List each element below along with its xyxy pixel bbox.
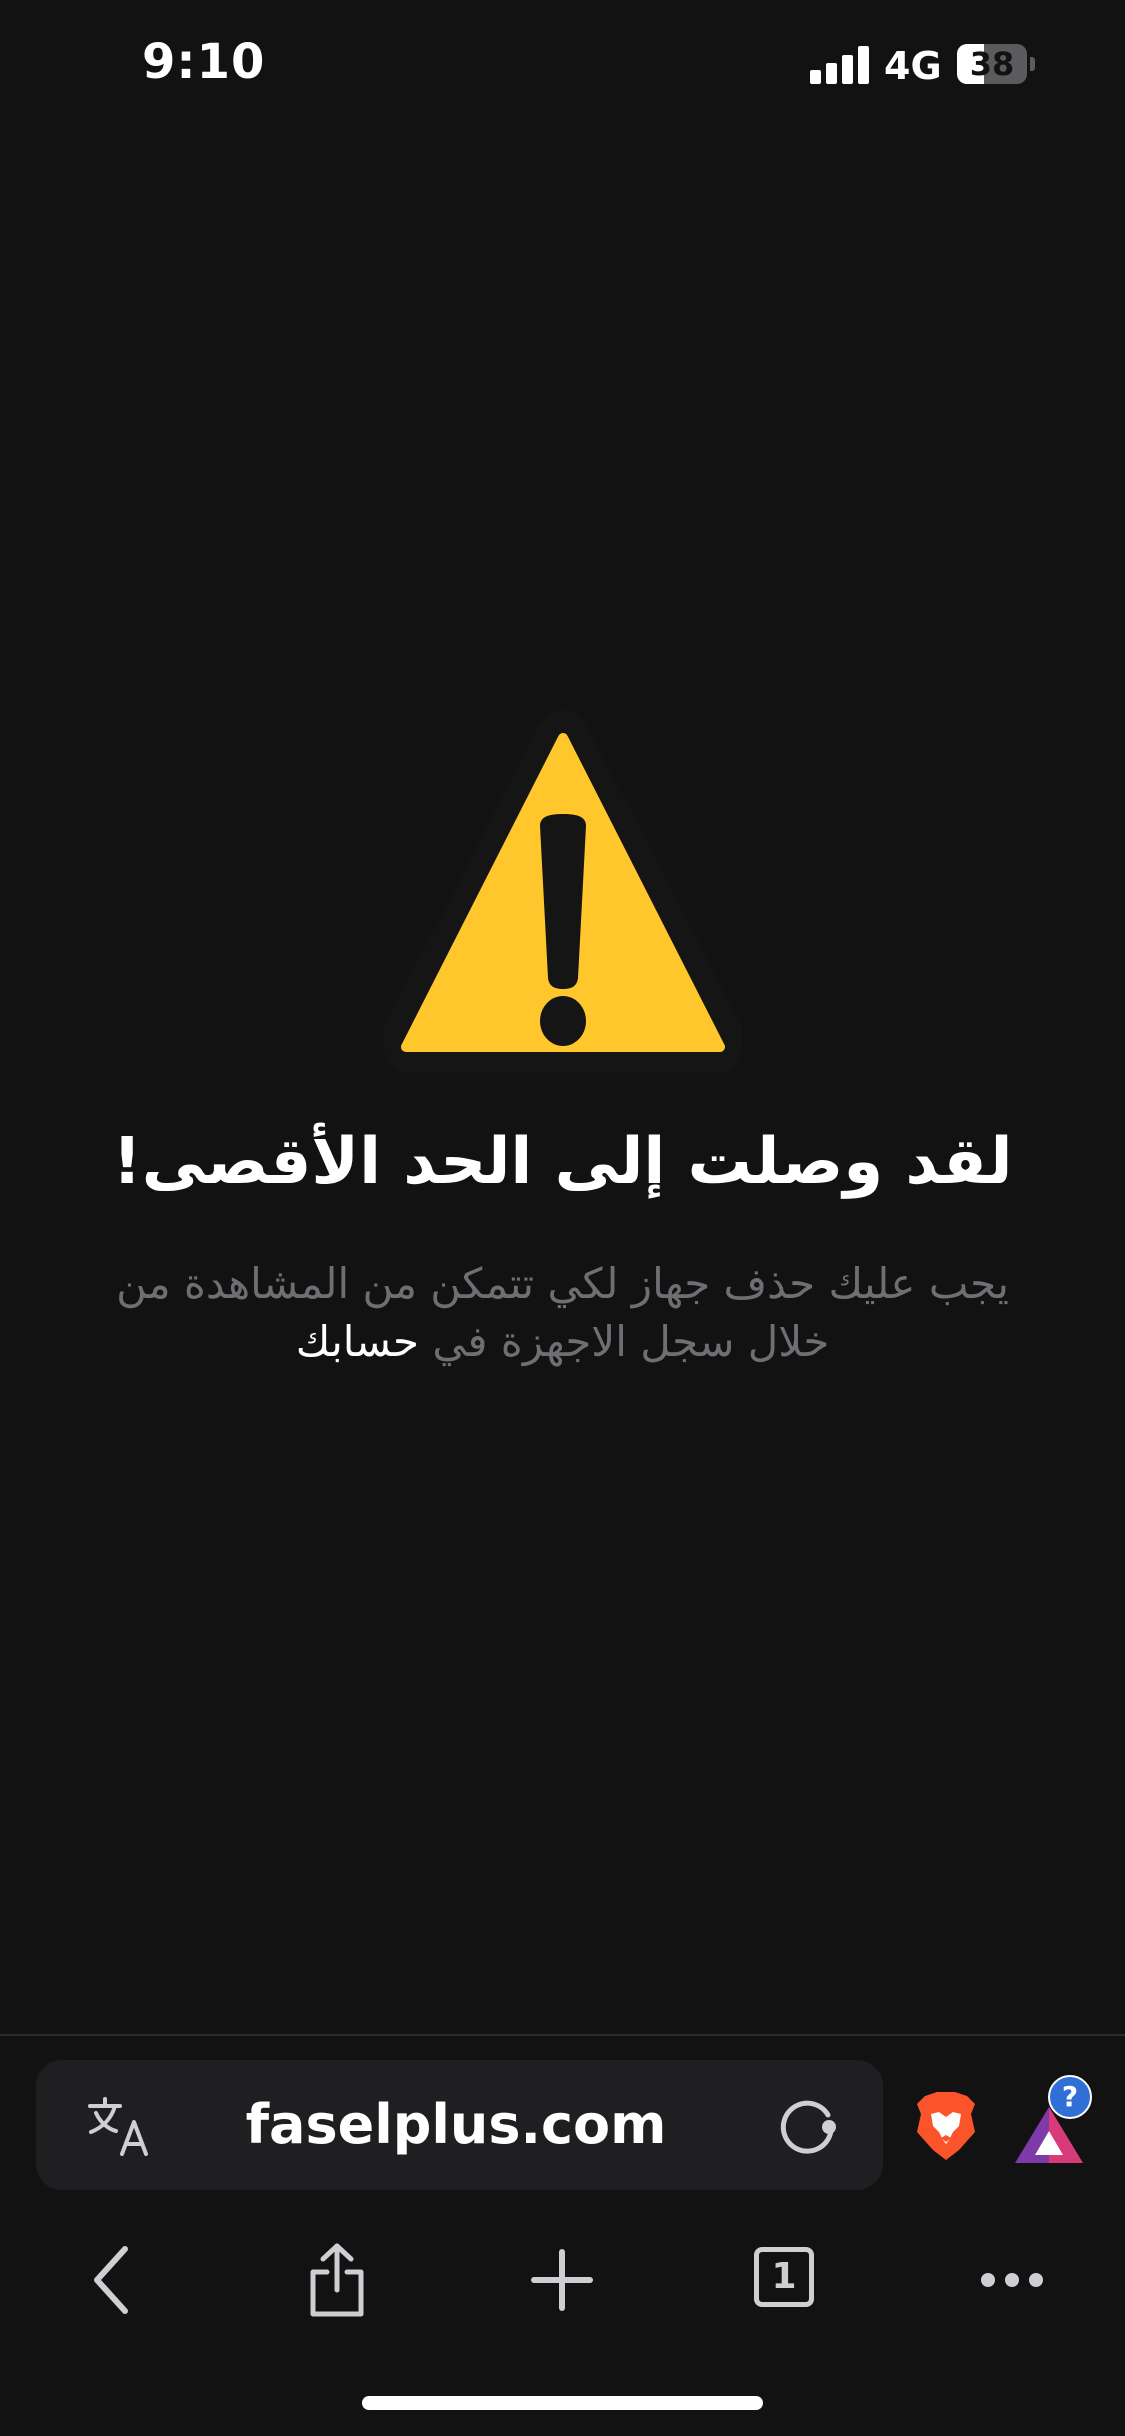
back-chevron-icon	[94, 2246, 128, 2314]
bottom-toolbar: 1	[0, 2230, 1125, 2330]
warning-message: يجب عليك حذف جهاز لكي تتمكن من المشاهدة …	[70, 1255, 1055, 1371]
reload-icon[interactable]	[778, 2095, 838, 2155]
brave-rewards-icon[interactable]: ?	[1013, 2075, 1092, 2165]
account-link[interactable]: حسابك	[296, 1317, 419, 1366]
share-icon	[310, 2243, 364, 2317]
address-bar[interactable]: faselplus.com	[36, 2060, 883, 2190]
battery-icon: 38	[957, 44, 1035, 84]
toolbar-divider	[0, 2034, 1125, 2036]
back-button[interactable]	[62, 2230, 162, 2330]
warning-triangle-icon	[383, 710, 743, 1073]
network-type: 4G	[884, 44, 942, 88]
brave-lion-icon[interactable]	[915, 2092, 977, 2160]
url-text[interactable]: faselplus.com	[166, 2060, 746, 2190]
status-bar: 9:10 4G 38	[0, 0, 1125, 132]
menu-button[interactable]	[962, 2230, 1062, 2330]
tab-count: 1	[754, 2247, 814, 2307]
page-title: لقد وصلت إلى الحد الأقصى!	[112, 1125, 1013, 1199]
battery-level: 38	[969, 45, 1015, 83]
share-button[interactable]	[287, 2230, 387, 2330]
translate-icon[interactable]	[86, 2096, 152, 2156]
tabs-button[interactable]: 1	[737, 2230, 837, 2330]
plus-icon	[531, 2249, 593, 2311]
home-indicator[interactable]	[362, 2396, 763, 2410]
cellular-signal-icon	[810, 44, 870, 84]
new-tab-button[interactable]	[512, 2230, 612, 2330]
warning-message-text: يجب عليك حذف جهاز لكي تتمكن من المشاهدة …	[116, 1259, 1009, 1366]
more-dots-icon	[981, 2273, 1043, 2287]
rewards-badge: ?	[1048, 2075, 1092, 2119]
status-time: 9:10	[142, 34, 266, 90]
